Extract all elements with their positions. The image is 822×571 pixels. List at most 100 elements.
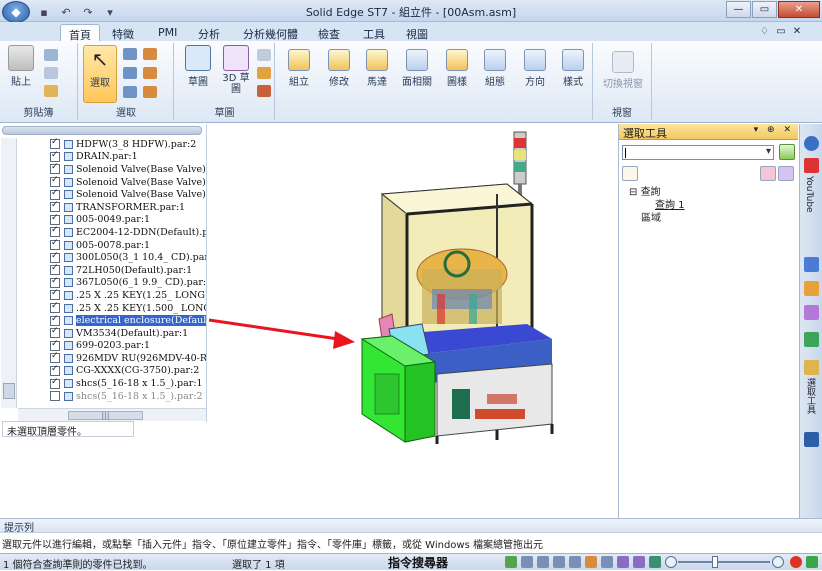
tree-row[interactable]: Solenoid Valve(Base Valve).par (50, 188, 206, 201)
shaded-icon[interactable] (617, 556, 629, 568)
named-views-icon[interactable] (649, 556, 661, 568)
layers-icon[interactable] (804, 281, 819, 296)
zoom-out-icon[interactable] (665, 556, 677, 568)
help-icon[interactable] (622, 166, 638, 181)
visibility-checkbox[interactable] (50, 214, 60, 225)
tab-home[interactable]: 首頁 (60, 24, 100, 42)
drain-icon[interactable] (804, 432, 819, 447)
pathfinder-vscrollbar[interactable] (1, 138, 17, 408)
visibility-checkbox[interactable] (50, 264, 60, 276)
sketch-3d-button[interactable]: 3D 草圖 (219, 45, 253, 95)
tree-row[interactable]: 926MDV RU(926MDV-40-RU (50, 352, 206, 365)
fit-icon[interactable] (553, 556, 565, 568)
zoom-slider[interactable] (678, 561, 770, 563)
format-painter-icon[interactable] (44, 85, 58, 97)
visibility-checkbox[interactable] (50, 163, 60, 175)
add-query-icon[interactable] (760, 166, 776, 181)
minimize-button[interactable]: — (726, 1, 751, 18)
query-combo[interactable] (622, 145, 774, 160)
visibility-checkbox[interactable] (50, 176, 60, 188)
refresh-query-button[interactable] (779, 144, 795, 160)
query-node[interactable]: ⊟ 查詢 (627, 186, 685, 199)
select-button[interactable]: ↖ 選取 (83, 45, 117, 103)
visibility-checkbox[interactable] (50, 201, 60, 213)
visibility-checkbox[interactable] (50, 340, 60, 351)
parts-icon[interactable] (804, 332, 819, 347)
tab-inspect[interactable]: 分析 (190, 24, 228, 42)
configuration-button[interactable]: 組態 (478, 43, 512, 103)
visibility-checkbox[interactable] (50, 138, 60, 150)
visibility-checkbox[interactable] (50, 327, 60, 339)
tab-tools[interactable]: 工具 (355, 24, 393, 42)
select-box-icon[interactable] (123, 67, 137, 79)
tree-row[interactable]: EC2004-12-DDN(Default).par: (50, 226, 206, 239)
cut-icon[interactable] (44, 49, 58, 61)
sketch-draw-icon[interactable] (257, 85, 271, 97)
tree-row[interactable]: Solenoid Valve(Base Valve).par (50, 163, 206, 176)
tab-features[interactable]: 特徵 (104, 24, 142, 42)
pan-icon[interactable] (569, 556, 581, 568)
command-finder[interactable]: 指令搜尋器 (388, 554, 448, 571)
view-orient-icon[interactable] (601, 556, 613, 568)
youtube-icon[interactable] (804, 158, 819, 173)
visibility-checkbox[interactable] (50, 226, 60, 238)
query-1-node[interactable]: 查詢 1 (627, 199, 685, 212)
tree-row[interactable]: 367L050(6_1 9.9_ CD).par:1 (50, 277, 206, 290)
tab-check[interactable]: 檢查 (310, 24, 348, 42)
tree-row[interactable]: .25 X .25 KEY(1.25_ LONG). (50, 289, 206, 302)
refresh-icon[interactable] (505, 556, 517, 568)
visibility-checkbox[interactable] (50, 302, 60, 314)
orient-button[interactable]: 方向 (518, 43, 552, 103)
visibility-checkbox[interactable] (50, 365, 60, 376)
pathfinder-hscrollbar[interactable]: ||| (18, 408, 206, 421)
select-cursor-icon[interactable] (123, 86, 137, 98)
panel-controls[interactable]: ▾ ⊕ ✕ (754, 125, 794, 135)
tree-row[interactable]: VM3534(Default).par:1 (50, 327, 206, 340)
zoom-slider-thumb[interactable] (712, 556, 718, 568)
visibility-checkbox[interactable] (50, 314, 60, 326)
youtube-tab[interactable]: YouTube (804, 176, 814, 213)
tree-row[interactable]: 300L050(3_1 10.4_ CD).par:1 (50, 251, 206, 264)
assemble-button[interactable]: 組立 (282, 43, 316, 103)
select-tool-tab[interactable]: 選取工具 (804, 378, 817, 414)
visibility-checkbox[interactable] (50, 352, 60, 364)
rotate-icon[interactable] (585, 556, 597, 568)
close-button[interactable]: ✕ (778, 1, 820, 18)
tree-row[interactable]: 72LH050(Default).par:1 (50, 264, 206, 277)
tree-row[interactable]: 699-0203.par:1 (50, 340, 206, 353)
visibility-checkbox[interactable] (50, 391, 60, 402)
tree-row[interactable]: electrical enclosure(Default).par (50, 314, 206, 327)
visibility-checkbox[interactable] (50, 151, 60, 162)
sketch-relate-icon[interactable] (257, 67, 271, 79)
sketch-tool-icon[interactable] (257, 49, 271, 61)
tree-row[interactable]: shcs(5_16-18 x 1.5_).par:1 (50, 377, 206, 390)
tree-row[interactable]: shcs(5_16-18 x 1.5_).par:2 (50, 390, 206, 403)
visibility-checkbox[interactable] (50, 239, 60, 251)
select-group-icon[interactable] (143, 67, 157, 79)
motor-button[interactable]: 馬達 (360, 43, 394, 103)
ribbon-doc-controls[interactable]: ♢ ▭ ✕ (752, 24, 811, 42)
region-node[interactable]: 區域 (627, 212, 685, 225)
copy-icon[interactable] (44, 67, 58, 79)
zoom-icon[interactable] (537, 556, 549, 568)
visibility-checkbox[interactable] (50, 277, 60, 288)
library-icon[interactable] (804, 257, 819, 272)
style-button[interactable]: 樣式 (556, 43, 590, 103)
tab-analyze-geometry[interactable]: 分析幾何體 (235, 24, 306, 42)
vscroll-thumb[interactable] (3, 383, 15, 399)
zoom-in-icon[interactable] (772, 556, 784, 568)
tree-row[interactable]: TRANSFORMER.par:1 (50, 201, 206, 214)
zoom-area-icon[interactable] (521, 556, 533, 568)
wireframe-icon[interactable] (633, 556, 645, 568)
pattern-button[interactable]: 圖樣 (440, 43, 474, 103)
maximize-button[interactable]: ▭ (752, 1, 777, 18)
modify-button[interactable]: 修改 (322, 43, 356, 103)
visibility-checkbox[interactable] (50, 377, 60, 389)
delete-query-icon[interactable] (778, 166, 794, 181)
select-tool-tab-icon[interactable] (804, 360, 819, 375)
hscroll-thumb[interactable]: ||| (68, 411, 143, 420)
assembly-model[interactable] (207, 124, 617, 517)
tab-view[interactable]: 視圖 (398, 24, 436, 42)
graphics-window[interactable] (207, 124, 617, 517)
tree-row[interactable]: DRAIN.par:1 (50, 151, 206, 164)
